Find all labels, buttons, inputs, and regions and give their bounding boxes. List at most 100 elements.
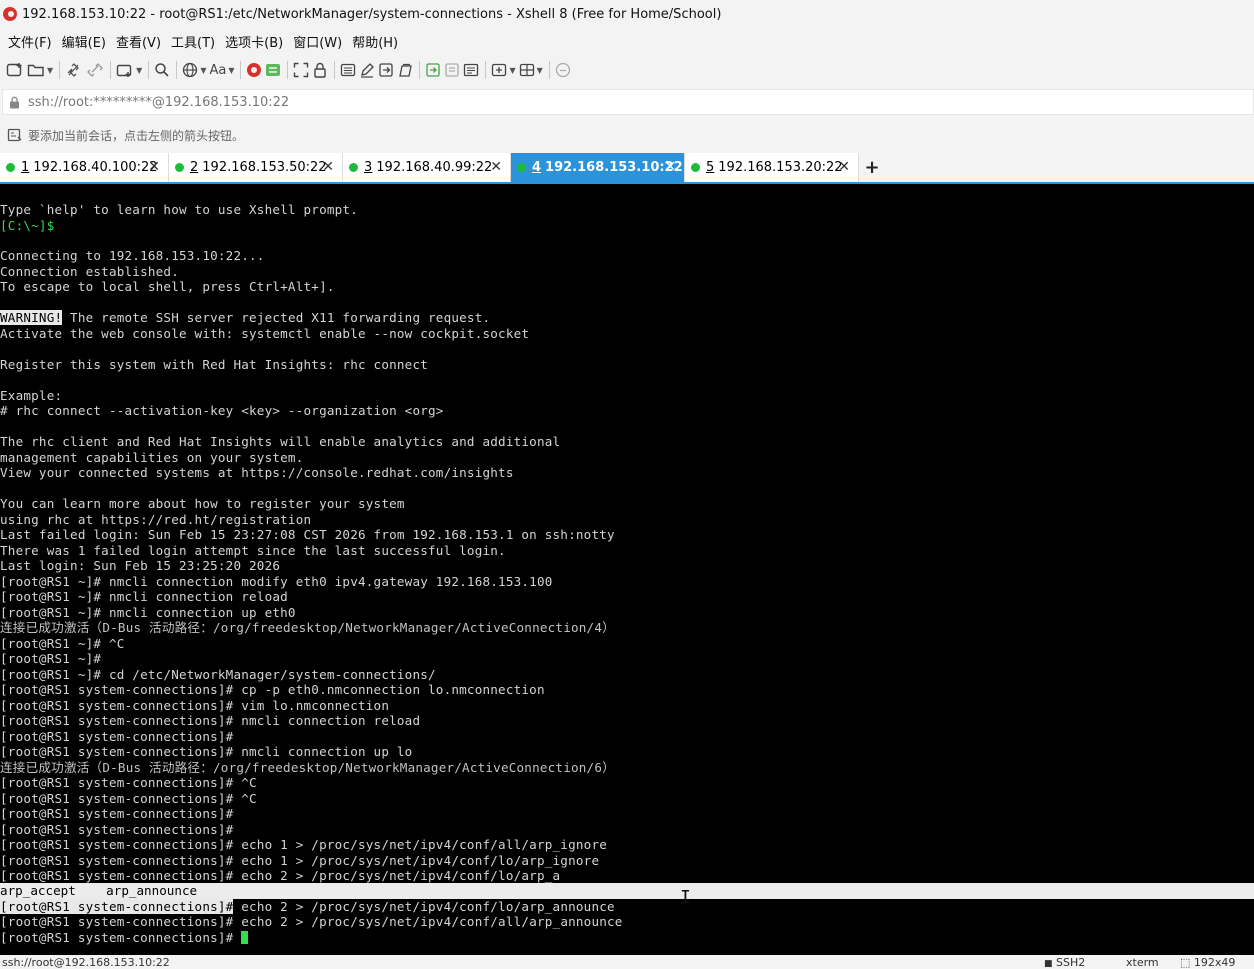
toolbar-separator [148, 61, 150, 79]
menu-window[interactable]: 窗口(W) [288, 32, 347, 51]
script-icon[interactable] [378, 59, 394, 81]
new-session-icon[interactable] [6, 59, 24, 81]
xftp-icon[interactable] [246, 59, 262, 81]
close-icon[interactable]: ✕ [490, 159, 502, 175]
terminal-line: [root@RS1 system-connections]# vim lo.nm… [0, 698, 390, 713]
fullscreen-icon[interactable] [293, 59, 309, 81]
tab-number: 5 [706, 160, 715, 175]
connected-status-icon [6, 163, 15, 172]
protocol-label: SSH2 [1056, 956, 1086, 969]
font-label: Aa [209, 62, 227, 78]
compose-icon[interactable] [359, 59, 375, 81]
notes-icon[interactable] [463, 59, 479, 81]
tab-label: 192.168.153.20:22 [718, 160, 843, 175]
status-connection: ssh://root@192.168.153.10:22 [2, 956, 170, 969]
session-hint-bar: 要添加当前会话，点击左侧的箭头按钮。 [0, 118, 1254, 152]
menu-edit[interactable]: 编辑(E) [57, 32, 111, 51]
layout-add-icon[interactable]: ▼ [491, 59, 516, 81]
command-text: echo 2 > /proc/sys/net/ipv4/conf/lo/arp_… [233, 899, 615, 914]
close-icon[interactable]: ✕ [838, 159, 850, 175]
close-icon[interactable]: ✕ [664, 159, 676, 175]
lock-icon[interactable] [312, 59, 328, 81]
terminal-line: Activate the web console with: systemctl… [0, 326, 530, 341]
terminal-line: [root@RS1 system-connections]# echo 1 > … [0, 853, 600, 868]
close-icon[interactable]: ✕ [322, 159, 334, 175]
terminal-line: [root@RS1 system-connections]# echo 1 > … [0, 837, 608, 852]
terminal-line: [root@RS1 ~]# cd /etc/NetworkManager/sys… [0, 667, 436, 682]
terminal-line: [root@RS1 ~]# nmcli connection modify et… [0, 574, 553, 589]
lock-icon [10, 96, 19, 108]
session-tab-3[interactable]: 3 192.168.40.99:22 ✕ [343, 153, 511, 182]
command-text [233, 930, 241, 945]
layout-icon[interactable]: ▼ [519, 59, 543, 81]
terminal-window[interactable]: Type `help' to learn how to use Xshell p… [0, 182, 1254, 955]
window-title: 192.168.153.10:22 - root@RS1:/etc/Networ… [22, 6, 722, 22]
add-tab-button[interactable]: + [859, 153, 885, 182]
search-icon[interactable] [154, 59, 170, 81]
toolbar-separator [59, 61, 61, 79]
menu-tools[interactable]: 工具(T) [166, 32, 220, 51]
terminal-line: management capabilities on your system. [0, 450, 304, 465]
status-term-size: ⬚ 192x49 [1180, 956, 1235, 969]
tab-number: 3 [364, 160, 373, 175]
menu-view[interactable]: 查看(V) [111, 32, 166, 51]
menu-tab[interactable]: 选项卡(B) [220, 32, 288, 51]
size-icon: ⬚ [1180, 956, 1191, 969]
globe-icon[interactable]: ▼ [182, 59, 206, 81]
close-icon[interactable]: ✕ [148, 159, 160, 175]
tab-number: 2 [190, 160, 199, 175]
transfer-icon[interactable] [425, 59, 441, 81]
terminal-line: The rhc client and Red Hat Insights will… [0, 434, 561, 449]
open-folder-icon[interactable]: ▼ [27, 59, 53, 81]
size-label: 192x49 [1193, 956, 1236, 969]
menu-file[interactable]: 文件(F) [3, 32, 57, 51]
session-tab-2[interactable]: 2 192.168.153.50:22 ✕ [169, 153, 343, 182]
connected-status-icon [349, 163, 358, 172]
font-icon[interactable]: Aa ▼ [209, 59, 234, 81]
terminal-line: [root@RS1 system-connections]# echo 2 > … [0, 899, 615, 915]
toolbar: ▼ ▼ ▼ Aa ▼ ▼ ▼ [0, 54, 1254, 86]
terminal-line: [root@RS1 system-connections]# [0, 729, 234, 744]
highlighted-prompt: [root@RS1 system-connections]# [0, 899, 234, 914]
status-term-type: xterm [1126, 956, 1159, 969]
terminal-line: Example: [0, 388, 63, 403]
terminal-line: [root@RS1 ~]# ^C [0, 636, 125, 651]
session-tab-5[interactable]: 5 192.168.153.20:22 ✕ [685, 153, 859, 182]
keyboard-icon[interactable] [340, 59, 356, 81]
address-field[interactable]: ssh://root:*********@192.168.153.10:22 [2, 89, 1254, 115]
terminal-line: [root@RS1 system-connections]# [0, 806, 234, 821]
session-tab-1[interactable]: 1 192.168.40.100:22 ✕ [0, 153, 169, 182]
add-session-arrow-icon[interactable] [7, 128, 23, 142]
terminal-line: [root@RS1 system-connections]# echo 2 > … [0, 868, 561, 883]
connected-status-icon [691, 163, 700, 172]
prompt: [root@RS1 system-connections]# [0, 914, 234, 929]
toolbar-separator [334, 61, 336, 79]
command-text: echo 2 > /proc/sys/net/ipv4/conf/all/arp… [233, 914, 623, 929]
title-bar: 192.168.153.10:22 - root@RS1:/etc/Networ… [0, 0, 1254, 28]
disconnect-icon[interactable] [65, 59, 83, 81]
reconnect-icon[interactable] [86, 59, 104, 81]
session-hint-text: 要添加当前会话，点击左侧的箭头按钮。 [28, 128, 245, 143]
terminal-line: [root@RS1 ~]# [0, 651, 102, 666]
log-icon[interactable] [397, 59, 413, 81]
completion-suggestions: arp_accept arp_announce [0, 883, 198, 898]
terminal-line: Connection established. [0, 264, 179, 279]
lock-icon: ■ [1044, 959, 1053, 969]
toolbar-separator [176, 61, 178, 79]
terminal-line: View your connected systems at https://c… [0, 465, 514, 480]
menu-bar: 文件(F) 编辑(E) 查看(V) 工具(T) 选项卡(B) 窗口(W) 帮助(… [0, 28, 1254, 54]
terminal-line: Register this system with Red Hat Insigh… [0, 357, 429, 372]
warning-badge: WARNING! [0, 310, 63, 325]
tab-label: 192.168.153.10:22 [545, 160, 683, 175]
new-tab-icon[interactable]: ▼ [116, 59, 142, 81]
terminal-cursor [241, 931, 249, 944]
terminal-line: 连接已成功激活（D-Bus 活动路径：/org/freedesktop/Netw… [0, 760, 615, 775]
menu-help[interactable]: 帮助(H) [347, 32, 403, 51]
toolbar-separator [110, 61, 112, 79]
tab-label: 192.168.153.50:22 [202, 160, 327, 175]
help-icon[interactable] [555, 59, 571, 81]
toolbar-separator [240, 61, 242, 79]
xmanager-icon[interactable] [265, 59, 281, 81]
sftp-icon[interactable] [444, 59, 460, 81]
session-tab-4[interactable]: 4 192.168.153.10:22 ✕ [511, 153, 685, 182]
